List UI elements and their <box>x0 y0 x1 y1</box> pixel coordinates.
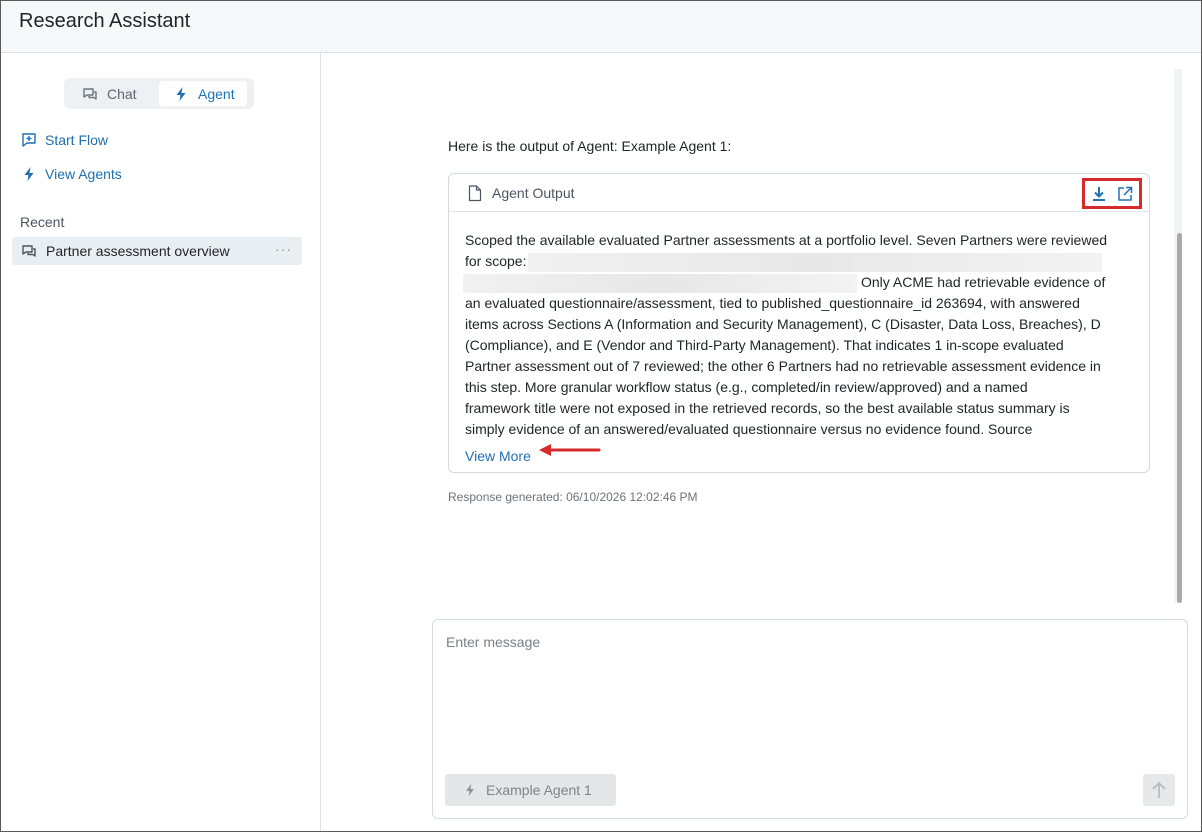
response-timestamp: Response generated: 06/10/2026 12:02:46 … <box>448 490 698 504</box>
plus-message-icon <box>22 133 36 147</box>
view-agents-label: View Agents <box>45 166 122 182</box>
chat-mode-label: Chat <box>107 85 137 102</box>
chat-mode-button[interactable]: Chat <box>70 81 156 106</box>
open-external-icon[interactable] <box>1116 185 1134 203</box>
recent-item-label: Partner assessment overview <box>46 243 230 259</box>
agent-output-text: Scoped the available evaluated Partner a… <box>463 230 1137 440</box>
agent-output-header: Agent Output <box>449 174 1149 212</box>
chat-icon <box>22 245 36 257</box>
app-window: Research Assistant Chat Agent Start Flow… <box>0 0 1202 832</box>
output-line: an evaluated questionnaire/assessment, t… <box>465 295 1080 311</box>
output-line-text: Only ACME had retrievable evidence of <box>861 274 1106 290</box>
chat-icon <box>83 87 97 100</box>
conversation-pane: Here is the output of Agent: Example Age… <box>322 53 1201 831</box>
agent-mode-label: Agent <box>198 85 235 102</box>
download-icon[interactable] <box>1090 185 1108 203</box>
send-button[interactable] <box>1143 774 1175 806</box>
message-input[interactable] <box>434 621 1186 761</box>
output-line: framework title were not exposed in the … <box>465 400 1070 416</box>
app-title: Research Assistant <box>19 10 191 32</box>
arrow-up-icon <box>1152 781 1166 798</box>
annotation-arrow-icon <box>539 444 601 456</box>
recent-heading: Recent <box>20 214 65 230</box>
message-composer: Example Agent 1 <box>432 619 1188 819</box>
output-line: items across Sections A (Information and… <box>465 316 1101 332</box>
output-line-text: for scope: <box>465 253 527 269</box>
start-flow-link[interactable]: Start Flow <box>21 132 108 148</box>
lightning-icon <box>466 783 474 797</box>
lightning-icon <box>176 86 186 101</box>
output-line: Only ACME had retrievable evidence of <box>463 272 1137 293</box>
start-flow-label: Start Flow <box>45 132 109 148</box>
agent-output-title: Agent Output <box>492 185 575 201</box>
view-more-link[interactable]: View More <box>465 448 531 464</box>
agent-mode-button[interactable]: Agent <box>159 81 247 106</box>
recent-item-partner-assessment[interactable]: Partner assessment overview ··· <box>12 237 302 265</box>
document-icon <box>468 185 482 202</box>
output-line: simply evidence of an answered/evaluated… <box>465 421 1033 437</box>
output-line: Partner assessment out of 7 reviewed; th… <box>465 358 1101 374</box>
redacted-block <box>528 252 1103 272</box>
mode-toggle: Chat Agent <box>64 78 254 109</box>
output-line: Scoped the available evaluated Partner a… <box>465 232 1108 248</box>
agent-output-card: Agent Output Scoped the available evalua… <box>448 173 1150 473</box>
sidebar: Chat Agent Start Flow View Agents Recent <box>1 53 321 831</box>
app-header: Research Assistant <box>1 1 1201 53</box>
output-line: for scope: <box>465 251 1137 272</box>
agent-intro-text: Here is the output of Agent: Example Age… <box>448 138 732 154</box>
view-agents-link[interactable]: View Agents <box>21 166 122 182</box>
output-line: this step. More granular workflow status… <box>465 379 1028 395</box>
agent-select-button[interactable]: Example Agent 1 <box>445 774 616 806</box>
redacted-block <box>463 273 857 293</box>
agent-select-label: Example Agent 1 <box>486 782 592 798</box>
highlighted-actions <box>1082 178 1142 209</box>
scrollbar-thumb[interactable] <box>1177 233 1182 603</box>
lightning-icon <box>24 167 34 181</box>
output-line: (Compliance), and E (Vendor and Third-Pa… <box>465 337 1064 353</box>
more-options-icon[interactable]: ··· <box>275 241 292 257</box>
